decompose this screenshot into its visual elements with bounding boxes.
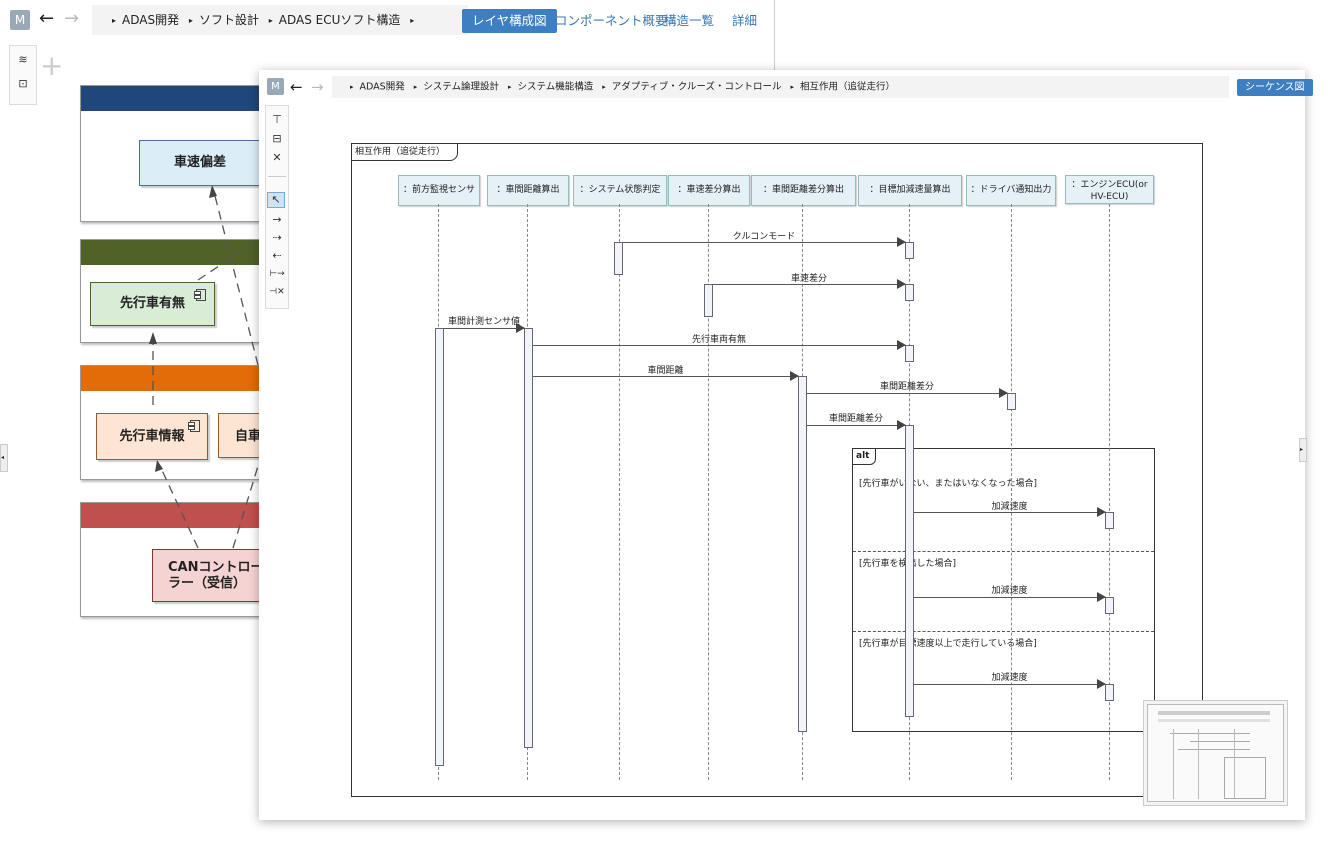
component-label: 先行車有無: [119, 296, 185, 311]
lifeline-head[interactable]: ：システム状態判定: [573, 175, 667, 206]
window-divider: [774, 0, 775, 70]
message-arrow[interactable]: [914, 592, 1106, 602]
activation-bar[interactable]: [704, 284, 713, 317]
activation-bar[interactable]: [905, 345, 914, 362]
message-arrow[interactable]: [533, 371, 799, 381]
tab-component-overview[interactable]: コンポーネント概要: [555, 9, 668, 33]
delete-tool-icon[interactable]: ✕: [267, 150, 287, 166]
component-preceding-vehicle-presence[interactable]: 先行車有無: [90, 282, 215, 326]
sync-message-icon[interactable]: →: [267, 212, 287, 228]
activation-bar[interactable]: [905, 284, 914, 301]
breadcrumb-item[interactable]: アダプティブ・クルーズ・コントロール: [612, 82, 782, 93]
message-label[interactable]: 車間距離差分: [807, 411, 905, 424]
breadcrumb-item[interactable]: ADAS ECUソフト構造: [279, 13, 401, 27]
tab-layer-diagram[interactable]: レイヤ構成図: [462, 9, 557, 33]
component-icon: [188, 420, 200, 432]
message-arrow[interactable]: [444, 323, 525, 333]
message-arrow[interactable]: [807, 420, 906, 430]
model-badge[interactable]: M: [267, 78, 284, 95]
component-vehicle-speed-deviation[interactable]: 車速偏差: [139, 140, 261, 186]
message-arrow[interactable]: [623, 237, 906, 247]
frame-title: 相互作用（追従走行）: [355, 147, 446, 157]
right-collapse-handle[interactable]: ▸: [1299, 438, 1307, 462]
message-label[interactable]: 車間計測センサ値: [444, 314, 524, 327]
activation-bar[interactable]: [798, 376, 807, 732]
lifeline-head[interactable]: ：目標加減速量算出: [858, 175, 962, 206]
lifeline-head[interactable]: ：車間距離差分算出: [751, 175, 856, 206]
palette-divider: [268, 176, 286, 177]
activation-bar[interactable]: [614, 242, 623, 275]
tab-sequence-diagram[interactable]: シーケンス図: [1237, 79, 1313, 96]
activation-bar[interactable]: [905, 425, 914, 717]
message-arrow[interactable]: [713, 279, 906, 289]
tab-detail[interactable]: 詳細: [732, 9, 757, 33]
activation-bar[interactable]: [524, 328, 533, 748]
destroy-message-icon[interactable]: ⊣✕: [267, 284, 287, 300]
activation-bar[interactable]: [905, 242, 914, 259]
minimap-viewport[interactable]: [1147, 704, 1284, 802]
sequence-diagram-window: M ← → ▸ ADAS開発 ▸ システム論理設計 ▸ システム機能構造 ▸ アダプティ…: [259, 70, 1313, 820]
component-label: 先行車情報: [119, 429, 185, 444]
alt-label: alt: [856, 451, 870, 461]
component-label: 車速偏差: [173, 155, 226, 170]
activation-bar[interactable]: [1105, 597, 1114, 614]
minimap[interactable]: [1143, 700, 1288, 806]
lifeline-head[interactable]: ：車間距離算出: [487, 175, 569, 206]
lifeline: [1011, 204, 1012, 780]
component-icon: [194, 289, 206, 301]
message-label[interactable]: 車速差分: [713, 271, 905, 284]
breadcrumb-item[interactable]: システム機能構造: [518, 82, 594, 93]
breadcrumb: ▸ ADAS開発 ▸ システム論理設計 ▸ システム機能構造 ▸ アダプティブ・クルーズ…: [332, 76, 1229, 98]
palette-toolbar: ⊤ ⊟ ✕ ↖ → ⇢ ⇠ ⊢→ ⊣✕: [265, 105, 289, 309]
component-label: CANコントローラー（受信）: [168, 560, 264, 591]
frame-title-tab[interactable]: 相互作用（追従走行）: [351, 143, 459, 161]
message-label[interactable]: 加減速度: [914, 583, 1105, 596]
reply-message-icon[interactable]: ⇠: [267, 248, 287, 264]
message-arrow[interactable]: [914, 679, 1106, 689]
activation-bar[interactable]: [1007, 393, 1016, 410]
lifeline-head[interactable]: ：車速差分算出: [668, 175, 750, 206]
activation-bar[interactable]: [1105, 684, 1114, 701]
message-label[interactable]: 車間距離: [533, 363, 798, 376]
lifeline-head[interactable]: ：ドライバ通知出力: [966, 175, 1056, 206]
lifeline-tool-icon[interactable]: ⊤: [267, 112, 287, 128]
message-arrow[interactable]: [914, 507, 1106, 517]
fragment-tool-icon[interactable]: ⊟: [267, 131, 287, 147]
message-label[interactable]: 車間距離差分: [807, 379, 1007, 392]
activation-bar[interactable]: [1105, 512, 1114, 529]
message-arrow[interactable]: [807, 388, 1008, 398]
forward-arrow-icon[interactable]: →: [311, 77, 324, 97]
lifeline-head[interactable]: ：前方監視センサ: [398, 175, 480, 206]
message-label[interactable]: 加減速度: [914, 670, 1105, 683]
component-can-controller[interactable]: CANコントローラー（受信）: [152, 549, 272, 602]
back-arrow-icon[interactable]: ←: [290, 77, 303, 97]
message-label[interactable]: 加減速度: [914, 499, 1105, 512]
create-message-icon[interactable]: ⊢→: [267, 266, 287, 282]
message-label[interactable]: 先行車両有無: [533, 332, 905, 345]
lifeline: [619, 204, 620, 780]
message-label[interactable]: クルコンモード: [623, 229, 905, 242]
tab-structure-list[interactable]: 構造一覧: [664, 9, 714, 33]
breadcrumb-item[interactable]: ADAS開発: [360, 82, 405, 93]
component-preceding-vehicle-info[interactable]: 先行車情報: [96, 413, 208, 460]
async-message-icon[interactable]: ⇢: [267, 230, 287, 246]
breadcrumb-item[interactable]: 相互作用（追従走行）: [800, 82, 895, 93]
component-label: 自車: [235, 429, 262, 444]
activation-bar[interactable]: [435, 328, 444, 766]
alt-label-tab: alt: [852, 448, 877, 465]
message-arrow[interactable]: [533, 340, 906, 350]
lifeline-head[interactable]: ：エンジンECU(or HV-ECU): [1065, 175, 1154, 204]
breadcrumb-item[interactable]: システム論理設計: [423, 82, 499, 93]
select-tool-icon[interactable]: ↖: [267, 192, 285, 208]
